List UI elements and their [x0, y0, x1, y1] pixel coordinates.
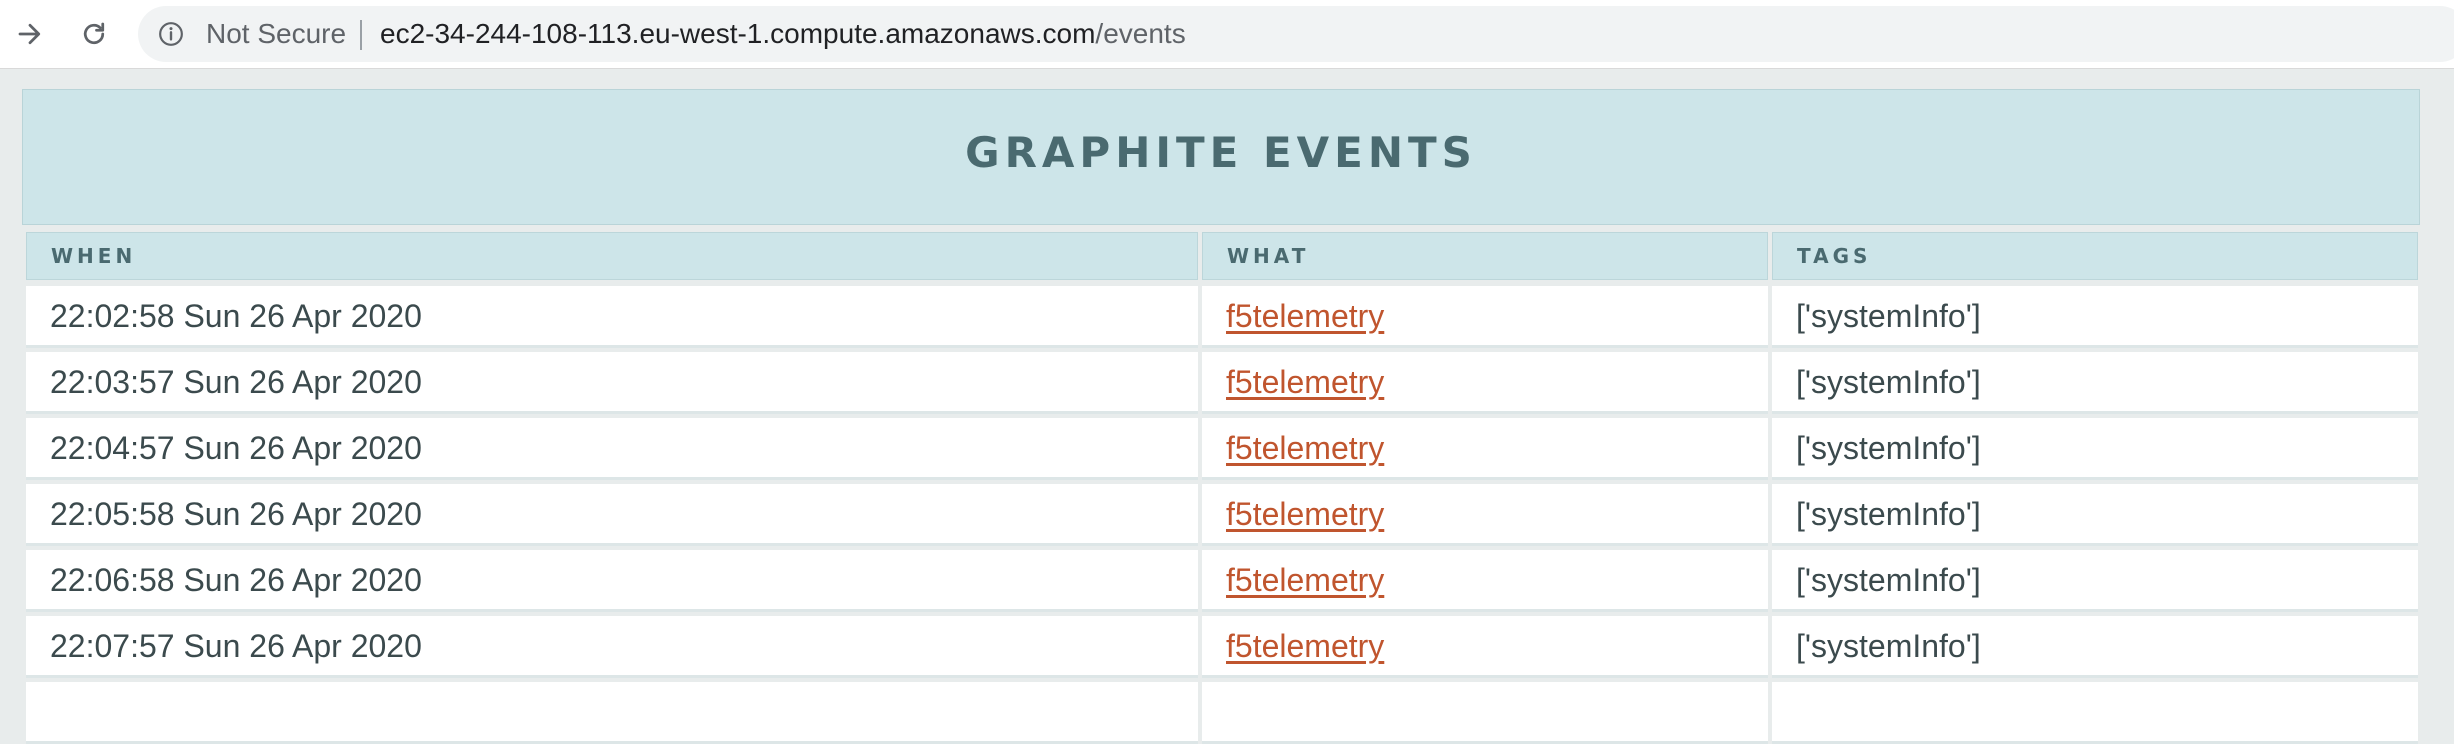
address-separator: [360, 20, 362, 50]
cell-when: 22:04:57 Sun 26 Apr 2020: [26, 418, 1198, 480]
browser-toolbar: Not Secure ec2-34-244-108-113.eu-west-1.…: [0, 0, 2454, 69]
table-row: [0, 682, 2454, 744]
column-header-what: WHAT: [1202, 232, 1768, 280]
reload-button[interactable]: [70, 10, 118, 58]
cell-what: f5telemetry: [1202, 550, 1768, 612]
cell-when: 22:07:57 Sun 26 Apr 2020: [26, 616, 1198, 678]
cell-tags: ['systemInfo']: [1772, 616, 2418, 678]
cell-tags: [1772, 682, 2418, 744]
table-row: 22:06:58 Sun 26 Apr 2020 f5telemetry ['s…: [0, 550, 2454, 612]
column-header-tags: TAGS: [1772, 232, 2418, 280]
event-link[interactable]: f5telemetry: [1226, 430, 1384, 466]
cell-what: [1202, 682, 1768, 744]
table-row: 22:05:58 Sun 26 Apr 2020 f5telemetry ['s…: [0, 484, 2454, 546]
table-row: 22:04:57 Sun 26 Apr 2020 f5telemetry ['s…: [0, 418, 2454, 480]
cell-when: 22:06:58 Sun 26 Apr 2020: [26, 550, 1198, 612]
cell-what: f5telemetry: [1202, 352, 1768, 414]
reload-icon: [83, 22, 105, 45]
event-link[interactable]: f5telemetry: [1226, 628, 1384, 664]
cell-when: 22:05:58 Sun 26 Apr 2020: [26, 484, 1198, 546]
cell-what: f5telemetry: [1202, 616, 1768, 678]
event-link[interactable]: f5telemetry: [1226, 298, 1384, 334]
url-host: ec2-34-244-108-113.eu-west-1.compute.ama…: [380, 18, 1096, 49]
arrow-right-icon: [18, 23, 41, 45]
event-link[interactable]: f5telemetry: [1226, 364, 1384, 400]
cell-what: f5telemetry: [1202, 484, 1768, 546]
cell-when: 22:03:57 Sun 26 Apr 2020: [26, 352, 1198, 414]
event-link[interactable]: f5telemetry: [1226, 562, 1384, 598]
cell-tags: ['systemInfo']: [1772, 286, 2418, 348]
cell-tags: ['systemInfo']: [1772, 550, 2418, 612]
page-content: GRAPHITE EVENTS WHEN WHAT TAGS 22:02:58 …: [0, 69, 2454, 744]
column-header-when: WHEN: [26, 232, 1198, 280]
address-bar[interactable]: Not Secure ec2-34-244-108-113.eu-west-1.…: [138, 6, 2454, 62]
event-link[interactable]: f5telemetry: [1226, 496, 1384, 532]
cell-what: f5telemetry: [1202, 286, 1768, 348]
cell-tags: ['systemInfo']: [1772, 418, 2418, 480]
cell-tags: ['systemInfo']: [1772, 352, 2418, 414]
page-header: GRAPHITE EVENTS: [22, 89, 2420, 225]
info-icon[interactable]: [158, 21, 184, 47]
security-label[interactable]: Not Secure: [206, 6, 346, 62]
cell-when: [26, 682, 1198, 744]
cell-what: f5telemetry: [1202, 418, 1768, 480]
url-path: /events: [1095, 18, 1186, 49]
page-title: GRAPHITE EVENTS: [965, 128, 1477, 177]
table-row: 22:07:57 Sun 26 Apr 2020 f5telemetry ['s…: [0, 616, 2454, 678]
table-row: 22:02:58 Sun 26 Apr 2020 f5telemetry ['s…: [0, 286, 2454, 348]
cell-tags: ['systemInfo']: [1772, 484, 2418, 546]
url-text[interactable]: ec2-34-244-108-113.eu-west-1.compute.ama…: [380, 6, 1186, 62]
forward-button[interactable]: [6, 10, 54, 58]
cell-when: 22:02:58 Sun 26 Apr 2020: [26, 286, 1198, 348]
table-row: 22:03:57 Sun 26 Apr 2020 f5telemetry ['s…: [0, 352, 2454, 414]
